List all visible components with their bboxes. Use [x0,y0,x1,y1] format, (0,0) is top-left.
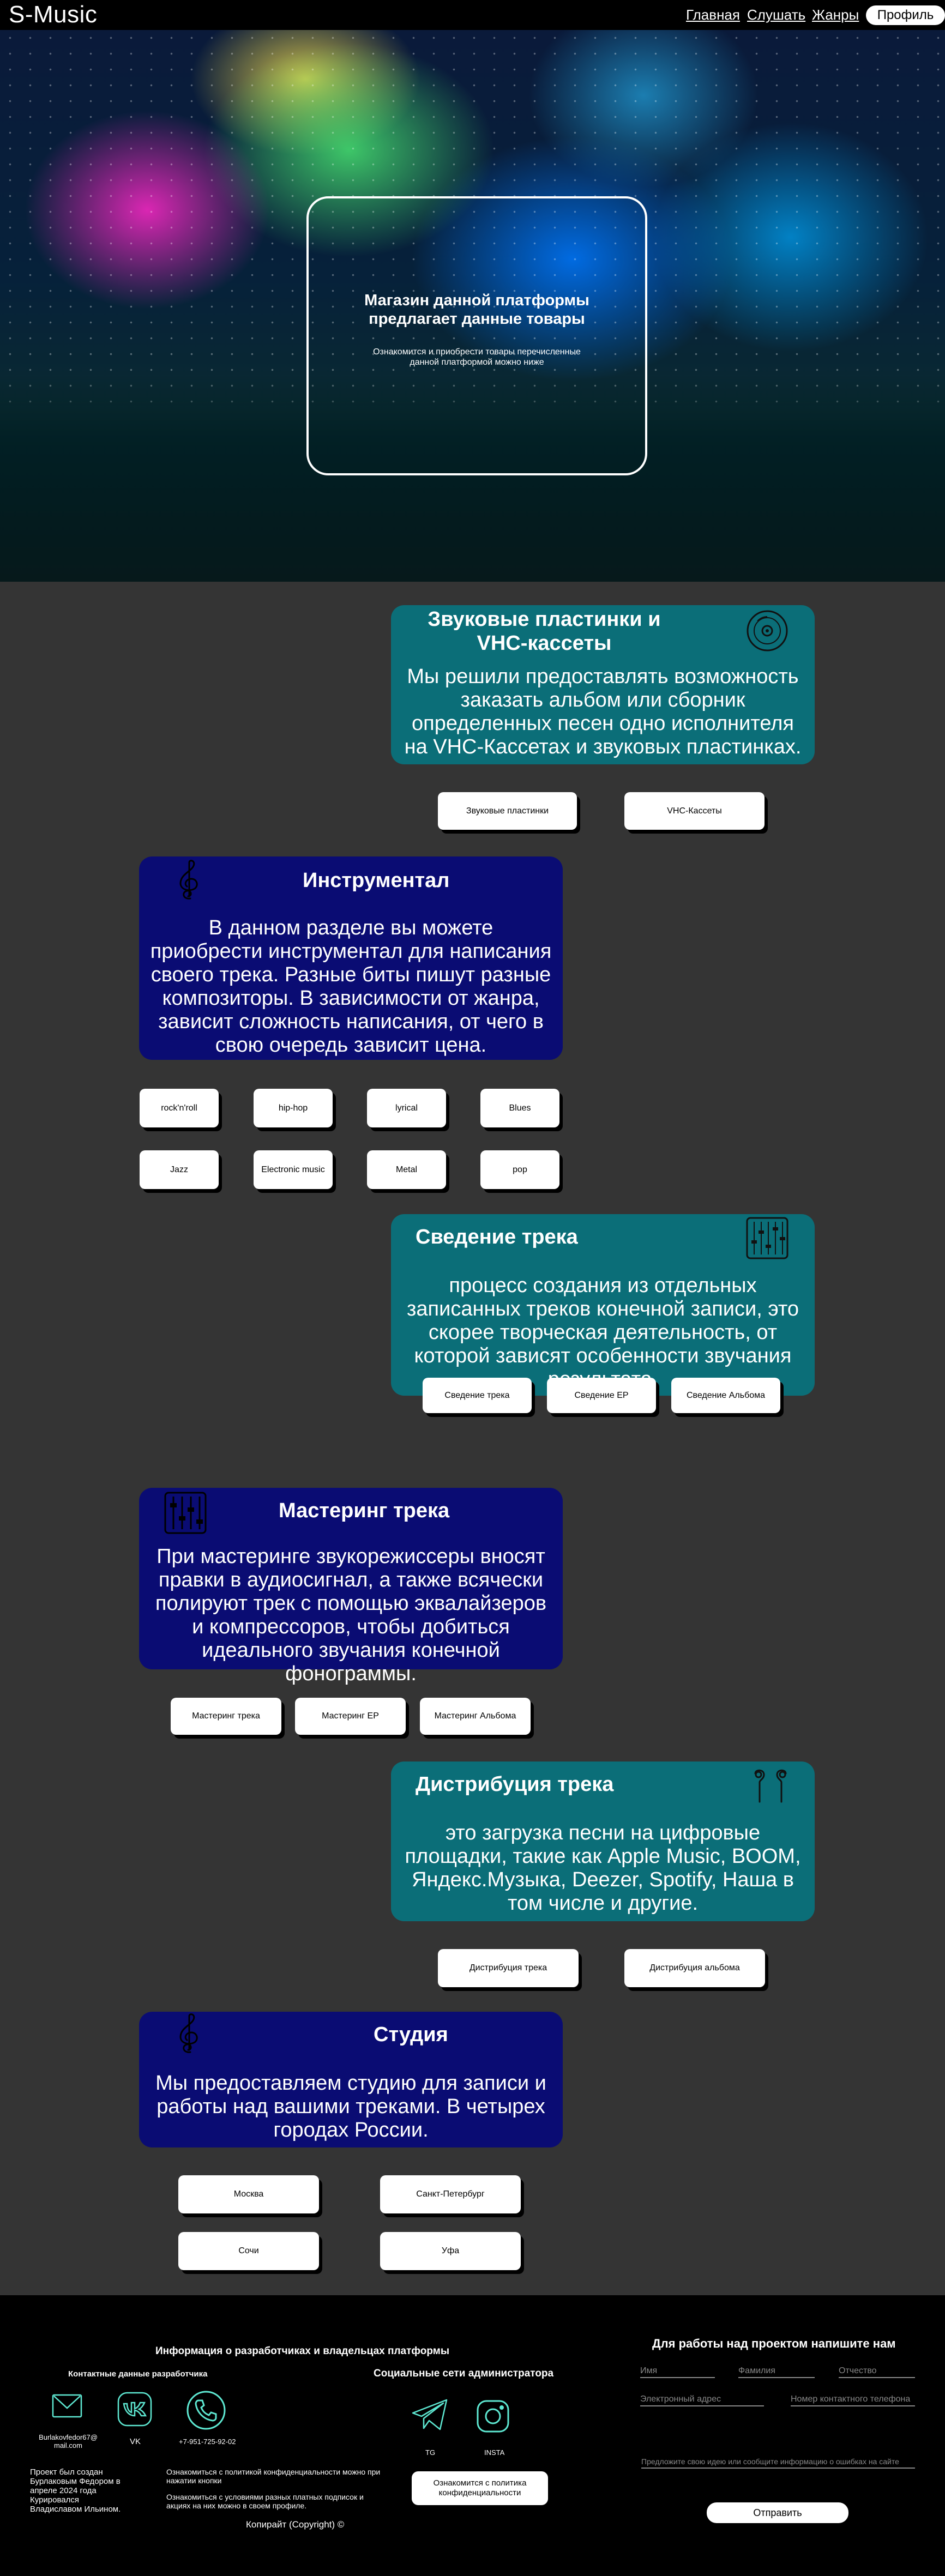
hero-info-card: Магазин данной платформы предлагает данн… [306,196,647,475]
hero-subtitle: Ознакомится и приобрести товары перечисл… [373,347,581,367]
mixing-section-title: Сведение трека [416,1226,578,1248]
socials-title: Социальные сети администратора [374,2368,554,2379]
vinyl-section-card: Звуковые пластинки и VHC-кассеты Мы реши… [391,605,815,764]
privacy-policy-button[interactable]: Ознакомится с политика конфиденциальност… [412,2471,548,2505]
message-input[interactable] [641,2456,915,2469]
distribution-section-title: Дистрибуция трека [416,1773,614,1796]
earbuds-icon [749,1766,792,1809]
tg-label: TG [425,2448,436,2457]
equalizer-icon [164,1491,207,1535]
last-name-input[interactable] [738,2365,815,2378]
phone-icon[interactable] [185,2390,227,2431]
vinyl-section-title: Звуковые пластинки и VHC-кассеты [428,608,661,655]
instrumental-section-card: Инструментал В данном разделе вы можете … [139,856,563,1060]
nav-link-genres[interactable]: Жанры [812,7,859,23]
vk-label: VK [130,2437,141,2446]
hero-title: Магазин данной платформы предлагает данн… [364,292,589,328]
mix-album-button[interactable]: Сведение Альбома [671,1378,780,1413]
contact-form-title: Для работы над проектом напишите нам [652,2337,896,2350]
genre-blues-button[interactable]: Blues [480,1089,559,1127]
treble-clef-icon [166,858,210,902]
genre-lyrical-button[interactable]: lyrical [367,1089,446,1127]
genre-pop-button[interactable]: pop [480,1150,559,1189]
genre-rocknroll-button[interactable]: rock'n'roll [140,1089,219,1127]
top-navigation-bar: S-Music Главная Слушать Жанры Профиль [0,0,945,30]
page: S-Music Главная Слушать Жанры Профиль Ма… [0,0,945,2576]
studio-section-title: Студия [374,2023,448,2046]
telegram-icon[interactable] [411,2398,449,2432]
vk-icon[interactable] [116,2391,153,2428]
genre-electronic-button[interactable]: Electronic music [254,1150,333,1189]
mixing-section-text: процесс создания из отдельных записанных… [406,1274,799,1391]
mastering-section-text: При мастеринге звукорежиссеры вносят пра… [155,1545,547,1685]
mastering-section-title: Мастеринг трека [279,1499,450,1522]
distribute-album-button[interactable]: Дистрибуция альбома [624,1949,765,1987]
vinyl-records-button[interactable]: Звуковые пластинки [438,792,577,830]
developer-email: Burlakovfedor67@mail.com [39,2433,98,2450]
mastering-section-card: Мастеринг трека При мастеринге звукорежи… [139,1488,563,1685]
studio-sochi-button[interactable]: Сочи [178,2232,319,2270]
distribute-track-button[interactable]: Дистрибуция трека [438,1949,579,1987]
mixing-section-card: Сведение трека процесс создания из отдел… [391,1214,815,1396]
master-album-button[interactable]: Мастеринг Альбома [420,1698,531,1735]
nav-link-listen[interactable]: Слушать [747,7,805,23]
studio-ufa-button[interactable]: Уфа [380,2232,521,2270]
genre-hiphop-button[interactable]: hip-hop [254,1089,333,1127]
policy-note: Ознакомиться с политикой конфиденциально… [166,2468,381,2485]
mail-icon[interactable] [51,2391,83,2421]
nav-link-home[interactable]: Главная [686,7,740,23]
project-credits: Проект был создан Бурлаковым Федором в а… [30,2468,121,2514]
distribution-section-card: Дистрибуция трека это загрузка песни на … [391,1761,815,1921]
site-logo[interactable]: S-Music [9,1,97,28]
first-name-input[interactable] [640,2365,715,2378]
master-track-button[interactable]: Мастеринг трека [171,1698,281,1735]
insta-label: INSTA [484,2448,505,2457]
mix-track-button[interactable]: Сведение трека [423,1378,532,1413]
studio-section-card: Студия Мы предоставляем студию для запис… [139,2012,563,2147]
patronymic-input[interactable] [839,2365,915,2378]
submit-button[interactable]: Отправить [707,2502,848,2523]
studio-section-text: Мы предоставляем студию для записи и раб… [155,2072,546,2141]
mix-ep-button[interactable]: Сведение ЕР [547,1378,656,1413]
hero-banner: Магазин данной платформы предлагает данн… [0,30,945,582]
distribution-section-text: это загрузка песни на цифровые площадки,… [405,1821,801,1915]
copyright: Копирайт (Copyright) © [246,2519,345,2530]
footer-info-title: Информация о разработчиках и владельцах … [155,2345,450,2357]
studio-moscow-button[interactable]: Москва [178,2175,319,2213]
vinyl-section-text: Мы решили предоставлять возможность зака… [404,665,802,758]
phone-input[interactable] [791,2393,915,2406]
dev-contacts-title: Контактные данные разработчика [68,2369,208,2379]
master-ep-button[interactable]: Мастеринг ЕР [295,1698,406,1735]
subscriptions-note: Ознакомиться с условиями разных платных … [166,2493,364,2510]
developer-phone: +7-951-725-92-02 [179,2438,236,2446]
email-input[interactable] [640,2393,764,2406]
footer: Информация о разработчиках и владельцах … [0,2295,945,2576]
instrumental-section-text: В данном разделе вы можете приобрести ин… [150,916,552,1057]
instagram-icon[interactable] [474,2398,511,2435]
genre-jazz-button[interactable]: Jazz [140,1150,219,1189]
instrumental-section-title: Инструментал [303,869,450,892]
vinyl-record-icon [745,609,789,653]
studio-saint-petersburg-button[interactable]: Санкт-Петербург [380,2175,521,2213]
vhc-cassettes-button[interactable]: VHC-Кассеты [624,792,765,830]
treble-clef-icon [166,2012,210,2055]
profile-button[interactable]: Профиль [866,5,945,25]
mixer-console-icon [745,1216,789,1260]
genre-metal-button[interactable]: Metal [367,1150,446,1189]
